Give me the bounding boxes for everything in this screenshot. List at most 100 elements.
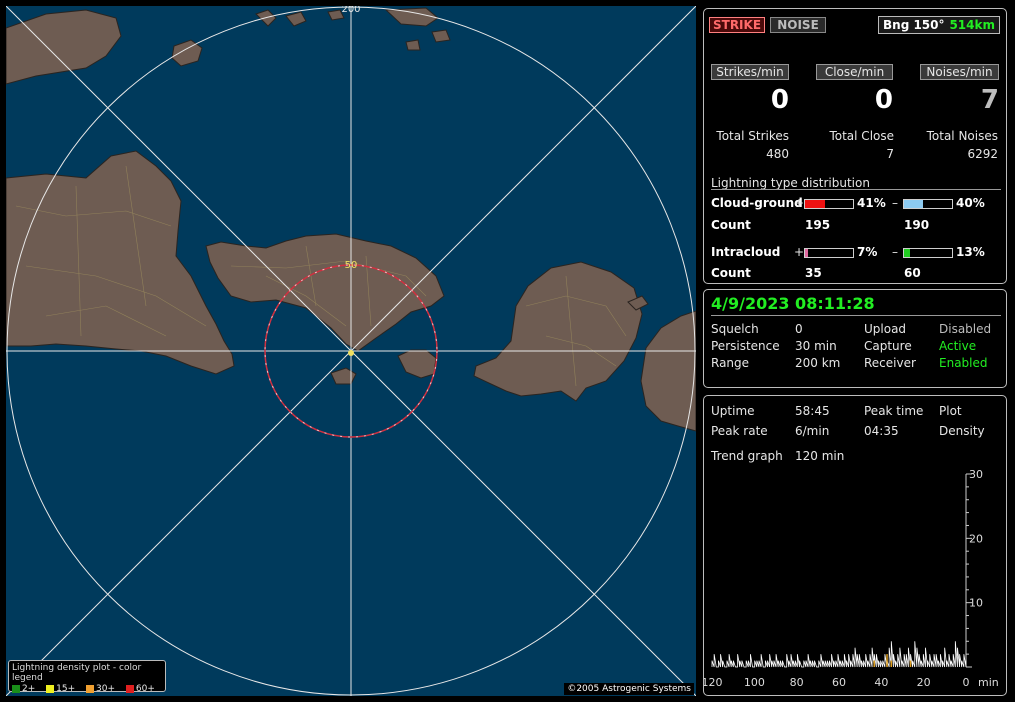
trend-graph-label: Trend graph <box>711 449 783 463</box>
legend-item: 60+ <box>125 684 155 694</box>
land-kangean <box>171 39 203 67</box>
counters-panel: STRIKE NOISE Bng 150° 514km Strikes/min … <box>703 8 1007 284</box>
receiver-value: Enabled <box>939 356 988 370</box>
cg-plus-sign: + <box>794 196 805 210</box>
plot-value: Density <box>939 424 985 438</box>
map-canvas: 200 50 <box>6 6 696 696</box>
bearing-text: Bng 150° <box>883 18 945 32</box>
trend-noise-series <box>711 641 967 668</box>
ic-minus-sign: – <box>892 245 898 259</box>
legend-title: Lightning density plot - color legend <box>12 663 142 683</box>
trend-x-tick-label: 120 <box>704 676 723 689</box>
upload-label: Upload <box>864 322 907 336</box>
close-per-min-button[interactable]: Close/min <box>816 64 893 80</box>
uptime-label: Uptime <box>711 404 755 418</box>
trend-x-tick-label: 60 <box>832 676 846 689</box>
peak-rate-label: Peak rate <box>711 424 768 438</box>
close-per-min-value: 0 <box>874 85 893 115</box>
cg-negative-bar <box>903 199 953 209</box>
strikes-per-min-value: 0 <box>770 85 789 115</box>
persistence-label: Persistence <box>711 339 780 353</box>
trend-y-tick-label: 20 <box>969 532 983 545</box>
trend-x-tick-label: 40 <box>874 676 888 689</box>
outer-range-label: 200 <box>341 6 360 15</box>
radar-map[interactable]: 200 50 ©2005 Astrogenic Systems <box>6 6 696 696</box>
legend-item: 2+ <box>12 684 35 694</box>
ic-negative-fill <box>904 249 911 257</box>
land-java <box>6 150 235 375</box>
datetime-display: 4/9/2023 08:11:28 <box>711 294 875 313</box>
trend-graph-value: 120 min <box>795 449 845 463</box>
land-madura <box>6 9 122 85</box>
distance-text: 514km <box>949 18 995 32</box>
bearing-box: Bng 150° 514km <box>878 16 1000 34</box>
land-nusa-penida <box>397 349 437 379</box>
land-small-south <box>330 367 357 385</box>
noises-per-min-button[interactable]: Noises/min <box>920 64 999 80</box>
density-legend: Lightning density plot - color legend 2+… <box>8 660 166 694</box>
cg-negative-fill <box>904 200 924 208</box>
ic-count-label: Count <box>711 266 751 280</box>
land-bali <box>205 233 445 352</box>
cg-negative-pct: 40% <box>956 196 985 210</box>
distribution-title: Lightning type distribution <box>711 176 870 190</box>
squelch-label: Squelch <box>711 322 759 336</box>
total-strikes-value: 480 <box>766 147 789 161</box>
ic-negative-pct: 13% <box>956 245 985 259</box>
cg-positive-bar <box>804 199 854 209</box>
ic-negative-bar <box>903 248 953 258</box>
peak-time-label: Peak time <box>864 404 924 418</box>
uptime-value: 58:45 <box>795 404 830 418</box>
cg-minus-sign: – <box>892 196 898 210</box>
noises-per-min-value: 7 <box>980 85 999 115</box>
status-panel: 4/9/2023 08:11:28 Squelch 0 Persistence … <box>703 289 1007 388</box>
total-close-label: Total Close <box>829 129 894 143</box>
ic-positive-count: 35 <box>805 266 822 280</box>
ic-positive-fill <box>805 249 809 257</box>
ic-plus-sign: + <box>794 245 805 259</box>
trend-x-tick-label: 80 <box>790 676 804 689</box>
range-label: Range <box>711 356 750 370</box>
land-lombok <box>473 261 643 402</box>
trend-x-tick-label: 0 <box>963 676 970 689</box>
ic-positive-pct: 7% <box>857 245 878 259</box>
strikes-per-min-button[interactable]: Strikes/min <box>711 64 789 80</box>
stats-panel: Uptime 58:45 Peak time Plot Peak rate 6/… <box>703 395 1007 696</box>
land-sumbawa <box>640 310 696 432</box>
ic-negative-count: 60 <box>904 266 921 280</box>
noise-indicator[interactable]: NOISE <box>770 17 826 33</box>
trend-x-tick-label: 20 <box>917 676 931 689</box>
cg-positive-fill <box>805 200 825 208</box>
total-strikes-label: Total Strikes <box>716 129 789 143</box>
status-divider <box>711 315 1001 316</box>
squelch-value: 0 <box>795 322 803 336</box>
range-value: 200 km <box>795 356 841 370</box>
capture-value: Active <box>939 339 977 353</box>
distribution-divider <box>711 189 1001 190</box>
upload-value: Disabled <box>939 322 992 336</box>
peak-rate-value: 6/min <box>795 424 830 438</box>
total-close-value: 7 <box>886 147 894 161</box>
cg-positive-pct: 41% <box>857 196 886 210</box>
strike-indicator[interactable]: STRIKE <box>709 17 765 33</box>
trend-x-tick-label: 100 <box>744 676 765 689</box>
inner-range-label: 50 <box>345 260 358 271</box>
trend-y-tick-label: 30 <box>969 468 983 481</box>
trend-y-tick-label: 10 <box>969 597 983 610</box>
legend-item: 30+ <box>86 684 115 694</box>
ic-positive-bar <box>804 248 854 258</box>
plot-label: Plot <box>939 404 962 418</box>
copyright-label: ©2005 Astrogenic Systems <box>564 683 694 695</box>
cg-count-label: Count <box>711 218 751 232</box>
trend-x-unit: min <box>978 676 999 689</box>
persistence-value: 30 min <box>795 339 837 353</box>
station-marker <box>348 350 354 356</box>
cg-negative-count: 190 <box>904 218 930 232</box>
intracloud-label: Intracloud <box>711 245 781 259</box>
cloud-ground-label: Cloud-ground <box>711 196 803 210</box>
peak-time-value: 04:35 <box>864 424 899 438</box>
cg-positive-count: 195 <box>805 218 831 232</box>
receiver-label: Receiver <box>864 356 916 370</box>
trend-graph: 30 20 10 120 100 80 60 40 20 0 min <box>704 468 999 689</box>
legend-item: 15+ <box>46 684 75 694</box>
